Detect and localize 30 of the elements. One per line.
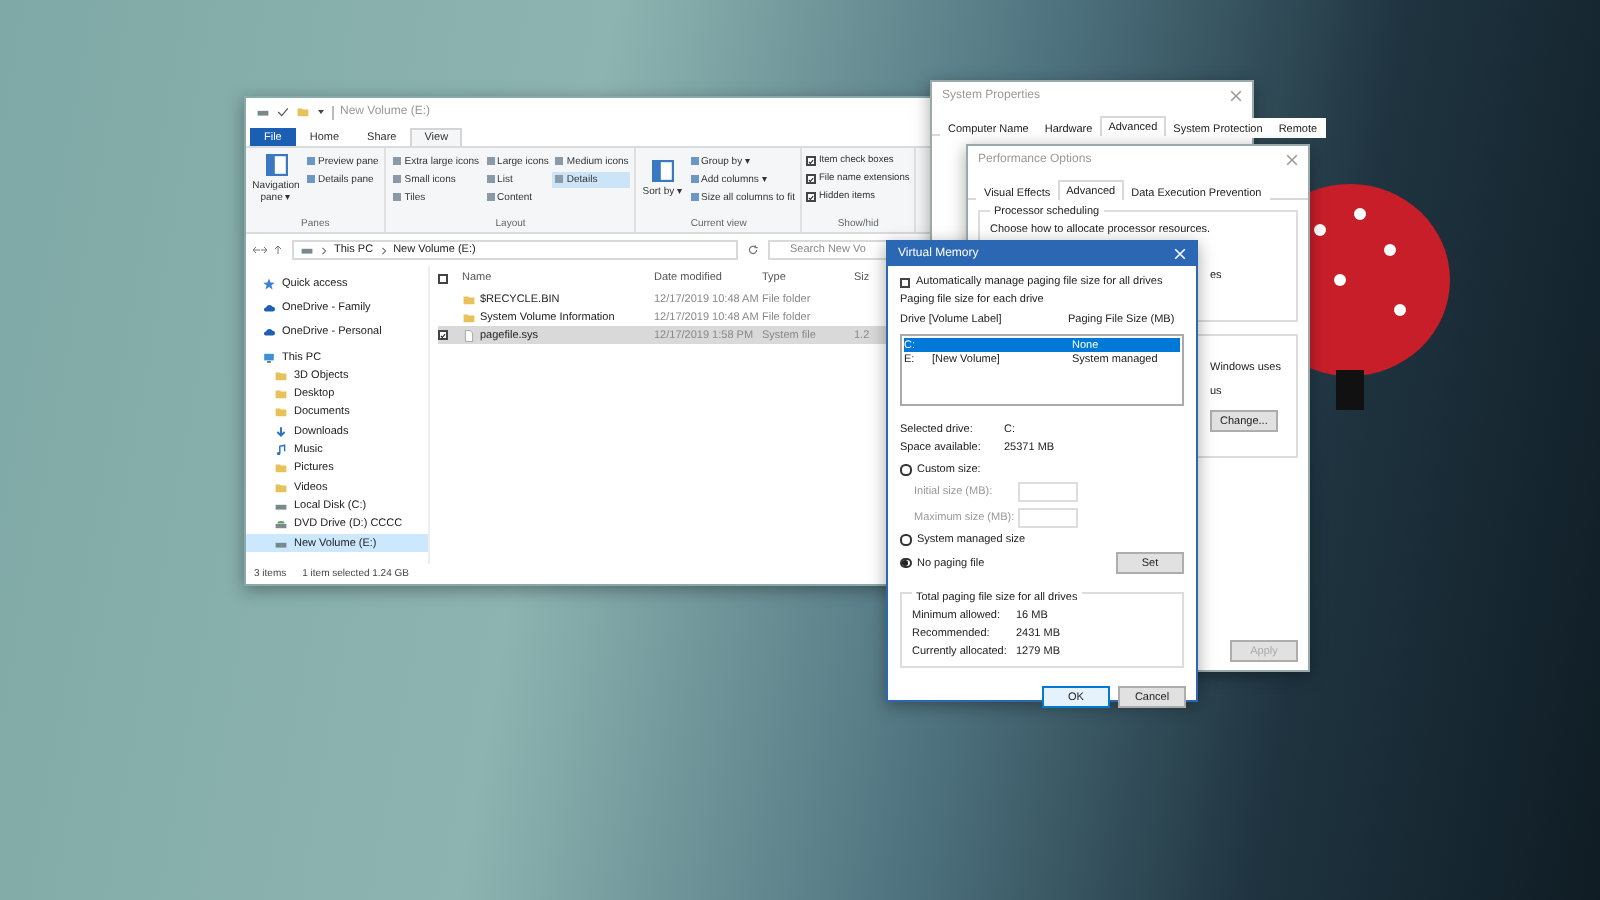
drive-icon (274, 499, 288, 512)
drive-icon (300, 244, 314, 256)
folder-icon (296, 106, 310, 118)
checkbox[interactable] (806, 192, 817, 202)
chevron-right-icon (379, 245, 388, 255)
dropdown-icon (316, 106, 326, 118)
disc-drive-icon (274, 518, 288, 531)
panel-icon (265, 154, 287, 176)
star-icon (262, 277, 276, 290)
select-all-checkbox[interactable] (438, 273, 448, 283)
checkbox[interactable] (438, 330, 448, 340)
music-note-icon (274, 444, 288, 457)
checkbox[interactable] (806, 156, 817, 166)
radio-button[interactable] (900, 557, 911, 569)
navigation-arrows-icon[interactable] (252, 244, 284, 256)
panel-icon (651, 160, 674, 182)
checkbox[interactable] (806, 174, 817, 184)
drive-icon (274, 537, 288, 549)
file-icon (462, 329, 476, 341)
refresh-icon (746, 244, 760, 256)
check-icon (276, 106, 290, 118)
close-icon[interactable] (1286, 154, 1298, 166)
computer-icon (262, 351, 276, 364)
close-icon[interactable] (1230, 90, 1242, 102)
drive-icon (256, 106, 270, 118)
radio-button[interactable] (900, 534, 911, 546)
checkbox[interactable] (900, 277, 910, 287)
radio-button[interactable] (900, 464, 911, 476)
down-arrow-icon (274, 425, 288, 438)
chevron-right-icon (320, 245, 328, 255)
